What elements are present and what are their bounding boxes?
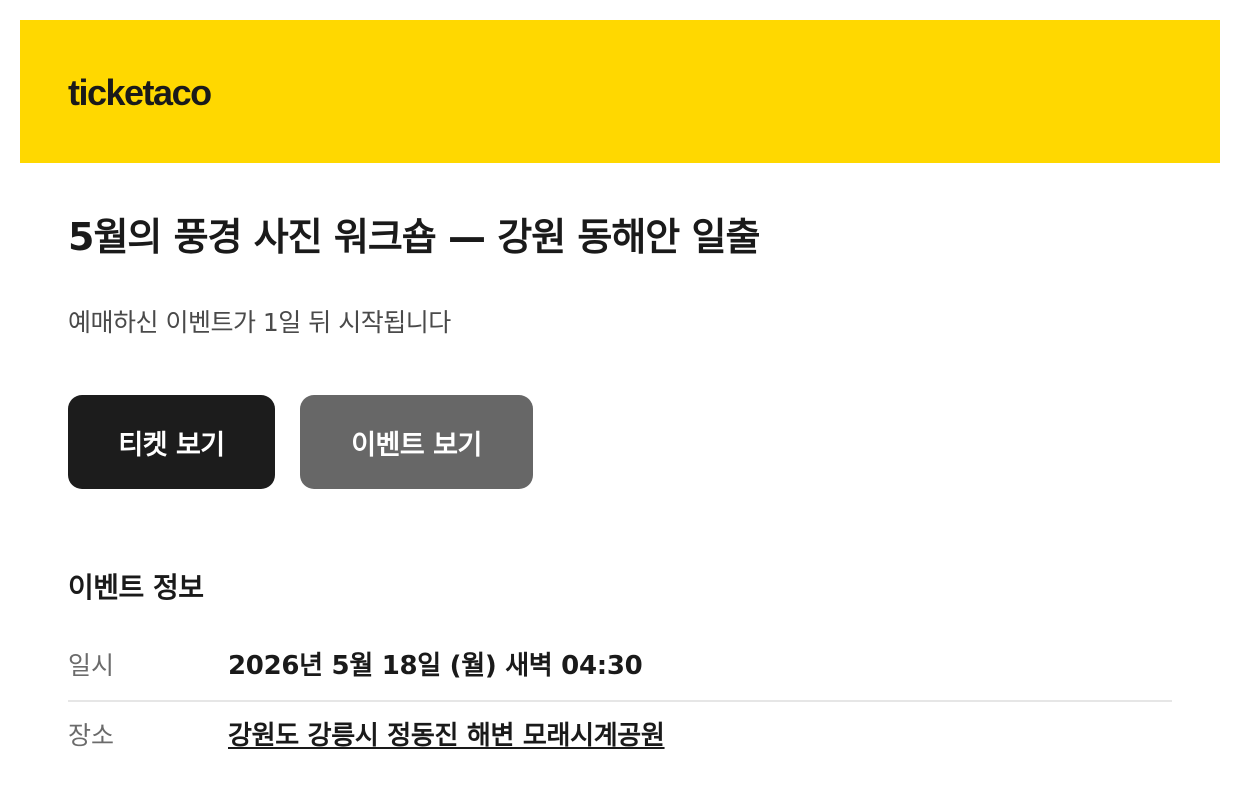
view-ticket-button[interactable]: 티켓 보기 xyxy=(68,395,275,489)
date-label: 일시 xyxy=(68,651,115,680)
event-date-row: 일시 2026년 5월 18일 (월) 새벽 04:30 xyxy=(68,632,1172,702)
event-status-message: 예매하신 이벤트가 1일 뒤 시작됩니다 xyxy=(68,308,451,337)
event-place-row: 장소 강원도 강릉시 정동진 해변 모래시계공원 xyxy=(68,702,1172,770)
ticketaco-logo[interactable]: ticketaco xyxy=(68,70,212,116)
brand-header: ticketaco xyxy=(20,20,1220,163)
event-info-heading: 이벤트 정보 xyxy=(68,571,204,604)
event-title: 5월의 풍경 사진 워크숍 — 강원 동해안 일출 xyxy=(68,215,760,259)
date-value: 2026년 5월 18일 (월) 새벽 04:30 xyxy=(228,651,643,681)
email-card: ticketaco 5월의 풍경 사진 워크숍 — 강원 동해안 일출 예매하신… xyxy=(20,20,1220,790)
place-link[interactable]: 강원도 강릉시 정동진 해변 모래시계공원 xyxy=(228,720,665,752)
place-label: 장소 xyxy=(68,721,115,750)
view-event-button[interactable]: 이벤트 보기 xyxy=(300,395,533,489)
